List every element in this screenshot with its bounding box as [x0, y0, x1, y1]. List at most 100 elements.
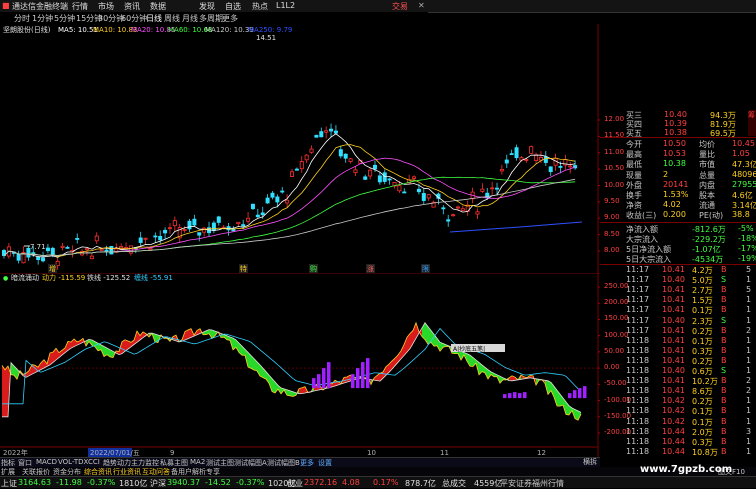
candle-body — [99, 248, 104, 251]
indicator-tick-label: 200.00 — [604, 298, 629, 307]
candle-body — [475, 211, 480, 215]
side-tab[interactable]: 筹 — [748, 110, 756, 136]
index-name: 创业 — [287, 479, 303, 488]
event-marker: 特 — [240, 264, 247, 273]
stat-value: 48096 — [732, 169, 756, 179]
view-tab[interactable]: 横拆 — [583, 457, 597, 467]
stat-value: 10.53 — [663, 149, 686, 159]
menu-item-l1l2[interactable]: L1L2 — [276, 1, 295, 10]
candle-body — [202, 227, 207, 233]
tick-count: 3 — [746, 426, 752, 436]
stat-value: 38.8 — [732, 210, 750, 220]
candle-body — [182, 229, 187, 231]
candle-body — [372, 164, 377, 170]
index-change: -14.52 — [205, 478, 231, 487]
candle-body — [397, 185, 402, 192]
candle-body — [353, 169, 358, 174]
signal-bar — [356, 368, 360, 389]
total-value: 4559亿 — [474, 479, 503, 488]
signal-bar — [351, 374, 355, 389]
indicator-tick-label: 250.00 — [604, 282, 629, 290]
tick-price: 10.41 — [662, 376, 685, 386]
price-tick-label: 8.50 — [604, 229, 620, 238]
indicator-tab[interactable]: CCI — [88, 458, 100, 466]
index-pct: 0.17% — [373, 478, 399, 487]
indicator-tick-label: -50.00 — [604, 379, 627, 388]
watermark-text: www.7gpzb.com — [640, 464, 733, 475]
candle-body — [45, 247, 50, 252]
candle-body — [363, 176, 368, 180]
tick-count: 1 — [746, 335, 752, 345]
candle-body — [31, 252, 36, 255]
signal-bar — [508, 393, 512, 399]
tick-count: 1 — [746, 305, 752, 315]
tick-side: B — [721, 386, 727, 396]
candle-body — [94, 235, 99, 242]
menu-item-zixun[interactable]: 资讯 — [124, 1, 140, 12]
price-tick-label: 8.00 — [604, 246, 620, 254]
menu-item-shuju[interactable]: 数据 — [150, 1, 166, 12]
tick-side: B — [721, 345, 727, 355]
period-multi[interactable]: 多周期 — [199, 13, 223, 24]
kline-chart[interactable]: 坚朗股份(日线) MA5: 10.51MA10: 10.83MA20: 10.85… — [0, 24, 600, 273]
tick-count: 1 — [746, 436, 752, 446]
indicator-tab[interactable]: VOL-TDX — [58, 458, 88, 466]
period-1min[interactable]: 1分钟 — [32, 13, 53, 24]
tick-time: 11:18 — [626, 376, 650, 386]
signal-bar — [322, 368, 326, 389]
candle-body — [446, 219, 451, 222]
period-week[interactable]: 周线 — [164, 13, 180, 24]
indicator-tab[interactable]: MA2 — [190, 458, 205, 466]
trade-button[interactable]: 交易 — [392, 1, 408, 12]
stat-value: 1.05 — [732, 149, 750, 159]
indicator-chart[interactable]: ● 暗流涌动 动力 -115.59 铁线 -125.52 缠线 -55.91 A|抄底五笔… — [0, 273, 600, 457]
candle-body — [167, 227, 172, 230]
menu-item-faxian[interactable]: 发现 — [199, 1, 215, 12]
candle-body — [89, 255, 94, 260]
flow-pct: -5% — [738, 224, 754, 233]
candle-body — [75, 238, 80, 240]
tick-side: S — [721, 366, 727, 375]
tick-count: 1 — [746, 406, 752, 416]
signal-bar — [513, 392, 517, 399]
tick-price: 10.44 — [662, 446, 685, 456]
candle-body — [143, 237, 148, 240]
candle-body — [211, 222, 216, 231]
menu-item-hangqing[interactable]: 行情 — [72, 1, 88, 12]
tick-price: 10.40 — [662, 275, 685, 285]
index-value: 3940.37 — [167, 478, 201, 487]
candle-body — [285, 199, 290, 204]
period-5min[interactable]: 5分钟 — [54, 13, 75, 24]
candle-body — [60, 245, 65, 248]
tick-count: 2 — [746, 386, 752, 396]
period-60min[interactable]: 60分钟 — [121, 13, 147, 24]
tick-price: 10.44 — [662, 426, 685, 436]
tick-count: 1 — [746, 366, 752, 375]
tooltip-text: A|抄底五笔| — [453, 345, 485, 353]
candle-body — [495, 187, 500, 190]
close-icon[interactable]: ✕ — [418, 1, 425, 10]
tick-price: 10.41 — [662, 295, 685, 305]
candle-body — [275, 196, 280, 203]
candle-body — [41, 257, 46, 262]
menu-item-shichang[interactable]: 市场 — [98, 1, 114, 12]
menu-item-redian[interactable]: 热点 — [252, 1, 268, 12]
tick-side: B — [721, 295, 727, 305]
event-marker: 购 — [310, 264, 317, 273]
flow-pct: -17% — [738, 244, 756, 253]
tick-price: 10.42 — [662, 406, 685, 416]
menu-item-zixuan[interactable]: 自选 — [225, 1, 241, 12]
candle-body — [543, 156, 548, 163]
candle-body — [402, 191, 407, 194]
date-label: 2022年 — [3, 448, 28, 457]
indicator-tab[interactable]: MACD — [36, 458, 57, 466]
period-day[interactable]: 日线 — [146, 13, 162, 24]
period-more[interactable]: 更多 — [222, 13, 238, 24]
tick-price: 10.41 — [662, 305, 685, 315]
low-price-label: 7.71 — [30, 243, 46, 251]
period-month[interactable]: 月线 — [182, 13, 198, 24]
period-fenshi[interactable]: 分时 — [14, 13, 30, 24]
candle-body — [319, 131, 324, 138]
price-tick-label: 12.00 — [604, 115, 625, 123]
tick-side: B — [721, 396, 727, 406]
